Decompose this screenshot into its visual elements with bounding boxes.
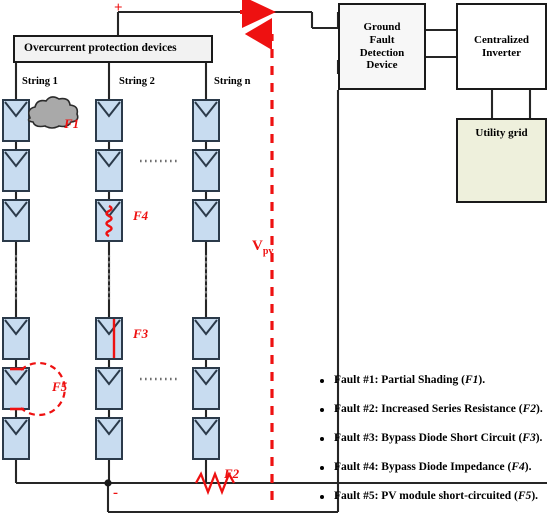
pv-modules bbox=[2, 99, 220, 460]
legend-item-fault-5: Fault #5: PV module short-circuited (F5)… bbox=[318, 482, 555, 511]
ground-fault-line-1: Ground bbox=[363, 20, 401, 33]
legend-text-1: Fault #1: Partial Shading ( bbox=[334, 374, 465, 386]
overcurrent-protection-label: Overcurrent protection devices bbox=[24, 42, 177, 55]
string-label-1: String 1 bbox=[22, 76, 58, 87]
bullet-icon bbox=[320, 378, 324, 383]
fault-tag-f3: F3 bbox=[133, 326, 149, 341]
ground-fault-line-3: Detection bbox=[359, 46, 405, 59]
legend-item-fault-3: Fault #3: Bypass Diode Short Circuit (F3… bbox=[318, 424, 555, 453]
legend-text-4: Fault #4: Bypass Diode Impedance ( bbox=[334, 461, 512, 473]
legend-code-4: F4 bbox=[511, 461, 525, 473]
string-break-dots bbox=[14, 254, 208, 302]
ground-fault-line-2: Fault bbox=[369, 33, 395, 46]
ground-fault-detection-box: Ground Fault Detection Device bbox=[338, 3, 426, 90]
string-label-n: String n bbox=[214, 76, 251, 87]
legend-text-5: Fault #5: PV module short-circuited ( bbox=[334, 490, 518, 502]
junction-dot bbox=[104, 479, 112, 487]
positive-terminal-label: + bbox=[114, 0, 123, 16]
negative-terminal-label: - bbox=[113, 485, 118, 501]
inverter-line-2: Inverter bbox=[481, 46, 522, 59]
overcurrent-protection-box: Overcurrent protection devices bbox=[13, 35, 213, 63]
legend-code-3: F3 bbox=[522, 432, 536, 444]
string-label-2: String 2 bbox=[119, 76, 155, 87]
legend-suffix-2: ). bbox=[535, 403, 543, 415]
fault-tag-f2: F2 bbox=[224, 466, 240, 481]
legend-suffix-5: ). bbox=[531, 490, 539, 502]
legend-suffix-3: ). bbox=[535, 432, 543, 444]
utility-grid-box: Utility grid bbox=[456, 118, 547, 203]
utility-grid-label: Utility grid bbox=[475, 127, 528, 139]
bullet-icon bbox=[320, 465, 324, 470]
fault-tag-f1: F1 bbox=[64, 116, 80, 131]
legend-text-3: Fault #3: Bypass Diode Short Circuit ( bbox=[334, 432, 523, 444]
bullet-icon bbox=[320, 407, 324, 412]
fault-legend: Fault #1: Partial Shading (F1). Fault #2… bbox=[318, 366, 555, 511]
legend-suffix-1: ). bbox=[478, 374, 486, 386]
inverter-line-1: Centralized bbox=[474, 33, 529, 46]
legend-code-5: F5 bbox=[517, 490, 532, 502]
vpv-symbol: V bbox=[252, 238, 263, 254]
vpv-label: Vpv bbox=[252, 238, 273, 257]
legend-item-fault-2: Fault #2: Increased Series Resistance (F… bbox=[318, 395, 555, 424]
legend-suffix-4: ). bbox=[524, 461, 532, 473]
fault-tag-f5: F5 bbox=[52, 379, 68, 394]
bullet-icon bbox=[320, 436, 324, 441]
ground-fault-line-4: Device bbox=[366, 59, 398, 72]
string-ellipsis-dots bbox=[140, 159, 180, 381]
legend-code-2: F2 bbox=[522, 403, 536, 415]
bullet-icon bbox=[320, 494, 324, 499]
legend-item-fault-1: Fault #1: Partial Shading (F1). bbox=[318, 366, 555, 395]
legend-text-2: Fault #2: Increased Series Resistance ( bbox=[334, 403, 523, 415]
fault-tag-f4: F4 bbox=[133, 208, 149, 223]
legend-code-1: F1 bbox=[464, 374, 479, 386]
centralized-inverter-box: Centralized Inverter bbox=[456, 3, 547, 90]
vpv-subscript: pv bbox=[262, 246, 274, 257]
pv-fault-diagram: Overcurrent protection devices Ground Fa… bbox=[0, 0, 555, 517]
legend-item-fault-4: Fault #4: Bypass Diode Impedance (F4). bbox=[318, 453, 555, 482]
